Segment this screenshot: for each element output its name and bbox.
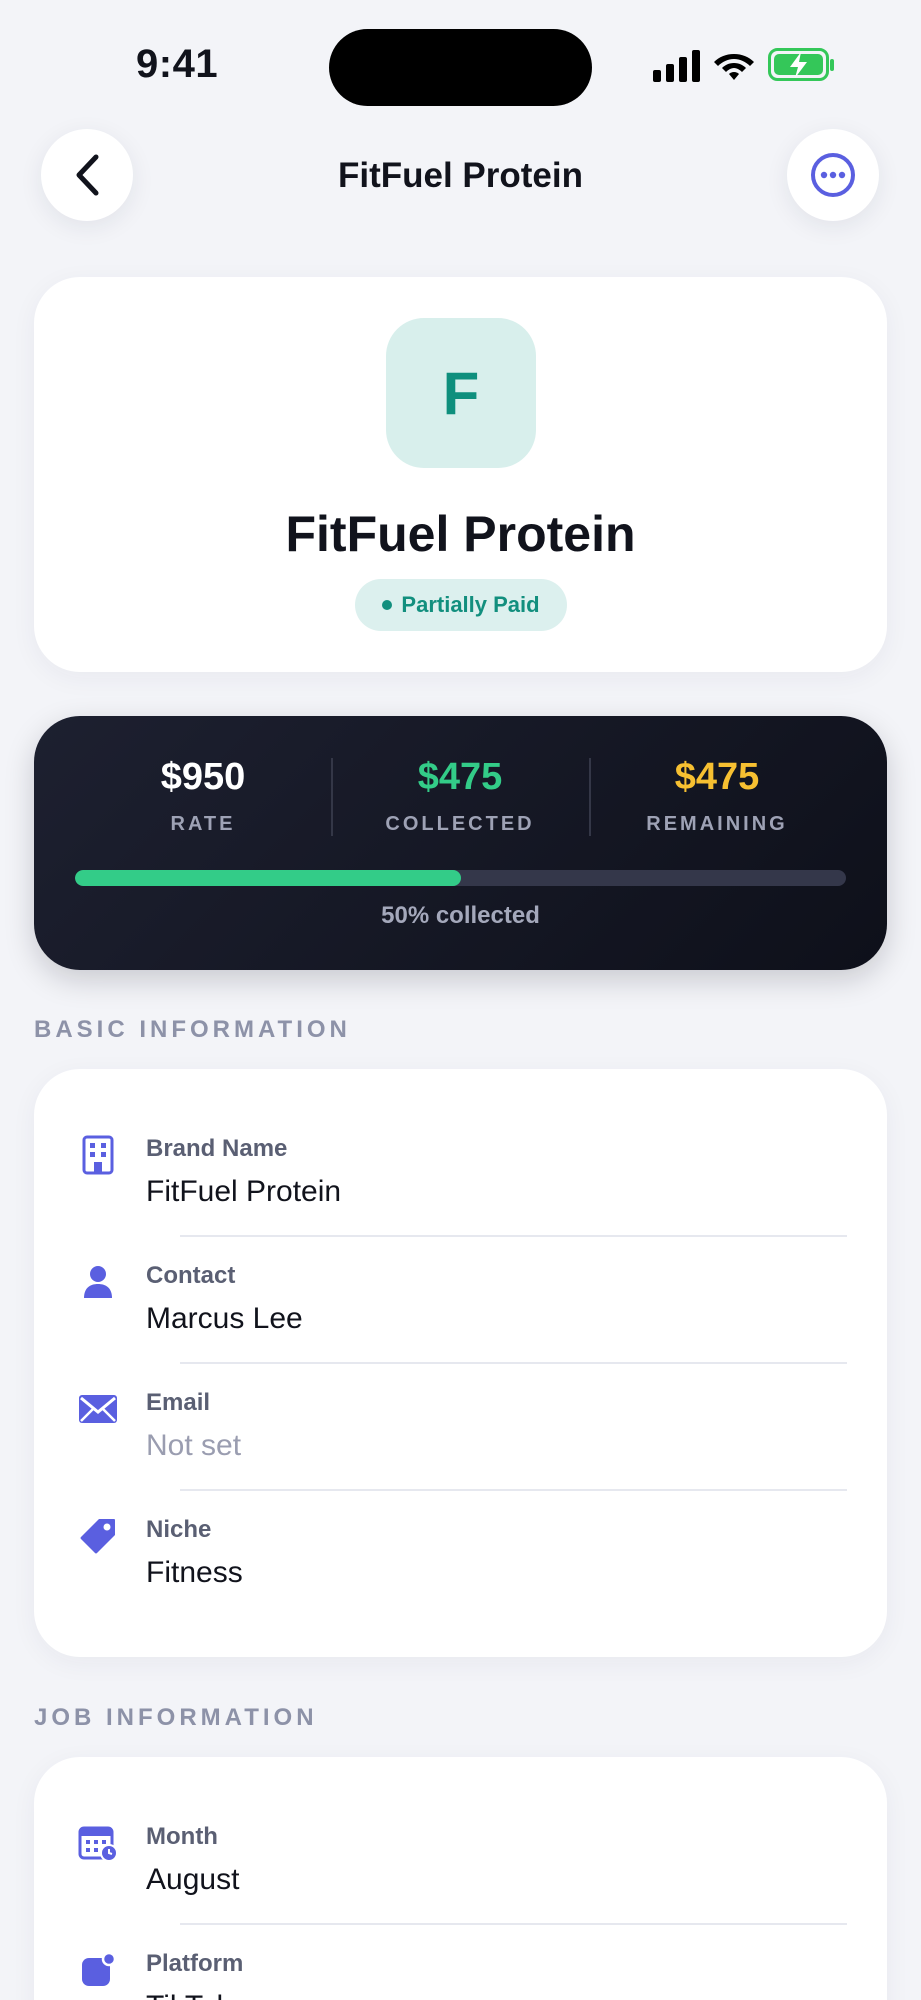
row-value: TikTok [146, 1990, 232, 2000]
cellular-signal-icon [653, 50, 700, 82]
row-label: Email [146, 1389, 211, 1416]
row-value: Fitness [146, 1556, 243, 1589]
battery-charging-icon [768, 48, 834, 81]
person-icon [78, 1262, 118, 1302]
status-badge-label: Partially Paid [401, 592, 540, 617]
payment-stats-card: $950 RATE $475 COLLECTED $475 REMAINING … [34, 716, 887, 970]
envelope-icon [78, 1389, 118, 1429]
info-row-brand-name[interactable]: Brand Name FitFuel Protein [34, 1069, 887, 1208]
section-title-basic-information: BASIC INFORMATION [34, 1016, 351, 1043]
stat-rate: $950 RATE [75, 756, 331, 836]
brand-avatar: F [386, 318, 536, 468]
progress-fill [75, 870, 461, 886]
progress-text: 50% collected [381, 902, 540, 929]
dynamic-island [329, 29, 592, 106]
page-title: FitFuel Protein [338, 156, 583, 195]
info-row-niche[interactable]: Niche Fitness [34, 1450, 887, 1589]
status-dot-icon [382, 600, 393, 610]
info-row-email[interactable]: Email Not set [34, 1323, 887, 1462]
progress-bar [75, 870, 846, 886]
app-badge-icon [78, 1950, 118, 1990]
brand-name: FitFuel Protein [285, 506, 636, 562]
building-icon [78, 1135, 118, 1175]
calendar-icon [78, 1823, 118, 1863]
collected-label: COLLECTED [385, 813, 535, 835]
info-row-contact[interactable]: Contact Marcus Lee [34, 1196, 887, 1335]
stat-remaining: $475 REMAINING [589, 756, 845, 836]
row-label: Platform [146, 1950, 244, 1977]
info-row-month[interactable]: Month August [34, 1757, 887, 1896]
wifi-icon [714, 54, 754, 80]
row-label: Niche [146, 1516, 212, 1543]
remaining-label: REMAINING [646, 813, 788, 835]
row-label: Contact [146, 1262, 236, 1289]
section-title-job-information: JOB INFORMATION [34, 1704, 318, 1731]
row-label: Brand Name [146, 1135, 288, 1162]
rate-value: $950 [160, 756, 246, 798]
rate-label: RATE [170, 813, 236, 835]
status-badge: Partially Paid [355, 579, 567, 631]
more-options-button[interactable] [787, 129, 879, 221]
ellipsis-circle-icon [811, 153, 855, 197]
tag-icon [78, 1516, 118, 1556]
info-row-platform[interactable]: Platform TikTok [34, 1884, 887, 2000]
status-time: 9:41 [136, 42, 219, 86]
status-bar: 9:41 [0, 0, 921, 120]
collected-value: $475 [417, 756, 503, 798]
stat-collected: $475 COLLECTED [332, 756, 588, 836]
basic-information-card: Brand Name FitFuel Protein Contact Marcu… [34, 1069, 887, 1657]
row-label: Month [146, 1823, 218, 1850]
remaining-value: $475 [674, 756, 760, 798]
job-information-card: Month August Platform TikTok [34, 1757, 887, 2000]
brand-card: F FitFuel Protein Partially Paid [34, 277, 887, 672]
